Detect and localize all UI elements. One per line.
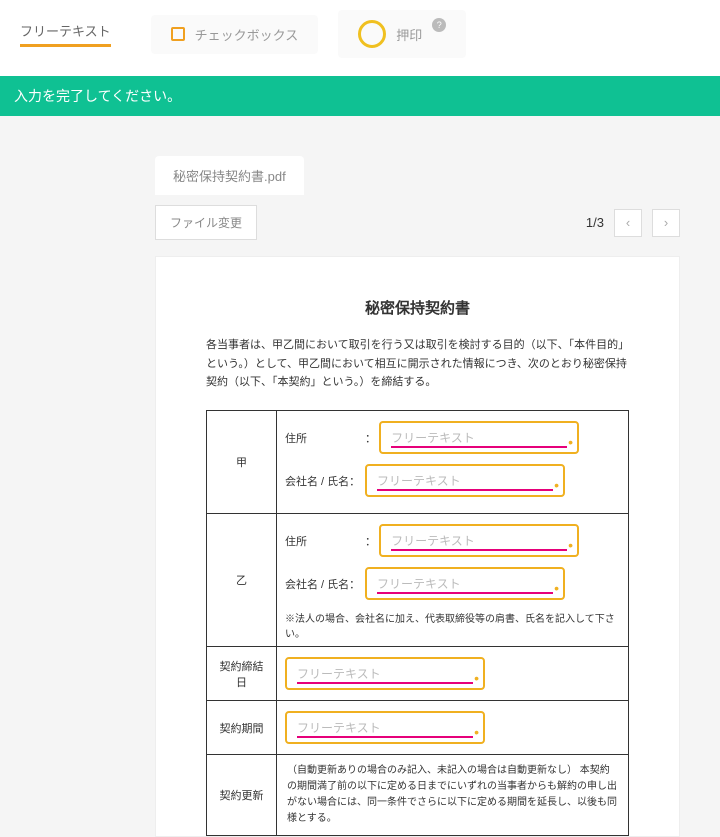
workspace: 秘密保持契約書.pdf ファイル変更 1/3 ‹ › 秘密保持契約書 各当事者は… [0, 116, 720, 837]
kou-name-input[interactable]: フリーテキスト• [365, 464, 565, 497]
next-page-button[interactable]: › [652, 209, 680, 237]
page-indicator: 1/3 [586, 215, 604, 230]
seal-icon [358, 20, 386, 48]
tool-checkbox[interactable]: チェックボックス [151, 15, 319, 54]
contract-period-input[interactable]: フリーテキスト• [285, 711, 485, 744]
otsu-name-input[interactable]: フリーテキスト• [365, 567, 565, 600]
contract-table: 甲 住所： フリーテキスト• 会社名 / 氏名：フリーテキスト• 乙 住所： フ… [206, 410, 629, 836]
party-kou-label: 甲 [207, 411, 277, 514]
doc-title: 秘密保持契約書 [206, 297, 629, 318]
info-icon: ? [432, 18, 446, 32]
tool-freetext[interactable]: フリーテキスト [0, 11, 131, 57]
pager: 1/3 ‹ › [586, 209, 680, 237]
tool-seal[interactable]: 押印? [338, 10, 466, 58]
contract-renew-label: 契約更新 [207, 755, 277, 836]
toolbar: フリーテキスト チェックボックス 押印? [0, 0, 720, 76]
checkbox-icon [171, 27, 185, 41]
file-tab[interactable]: 秘密保持契約書.pdf [155, 156, 304, 195]
otsu-address-input[interactable]: フリーテキスト• [379, 524, 579, 557]
contract-renew-text: （自動更新ありの場合のみ記入、未記入の場合は自動更新なし） 本契約の期間満了前の… [285, 761, 620, 829]
kou-address-input[interactable]: フリーテキスト• [379, 421, 579, 454]
doc-intro: 各当事者は、甲乙間において取引を行う又は取引を検討する目的（以下、「本件目的」と… [206, 336, 629, 392]
contract-period-label: 契約期間 [207, 701, 277, 755]
file-change-button[interactable]: ファイル変更 [155, 205, 257, 240]
party-otsu-label: 乙 [207, 514, 277, 647]
prev-page-button[interactable]: ‹ [614, 209, 642, 237]
contract-date-input[interactable]: フリーテキスト• [285, 657, 485, 690]
corporate-note: ※法人の場合、会社名に加え、代表取締役等の肩書、氏名を記入して下さい。 [285, 610, 620, 640]
status-banner: 入力を完了してください。 [0, 76, 720, 116]
document-page: 秘密保持契約書 各当事者は、甲乙間において取引を行う又は取引を検討する目的（以下… [155, 256, 680, 837]
contract-date-label: 契約締結日 [207, 647, 277, 701]
